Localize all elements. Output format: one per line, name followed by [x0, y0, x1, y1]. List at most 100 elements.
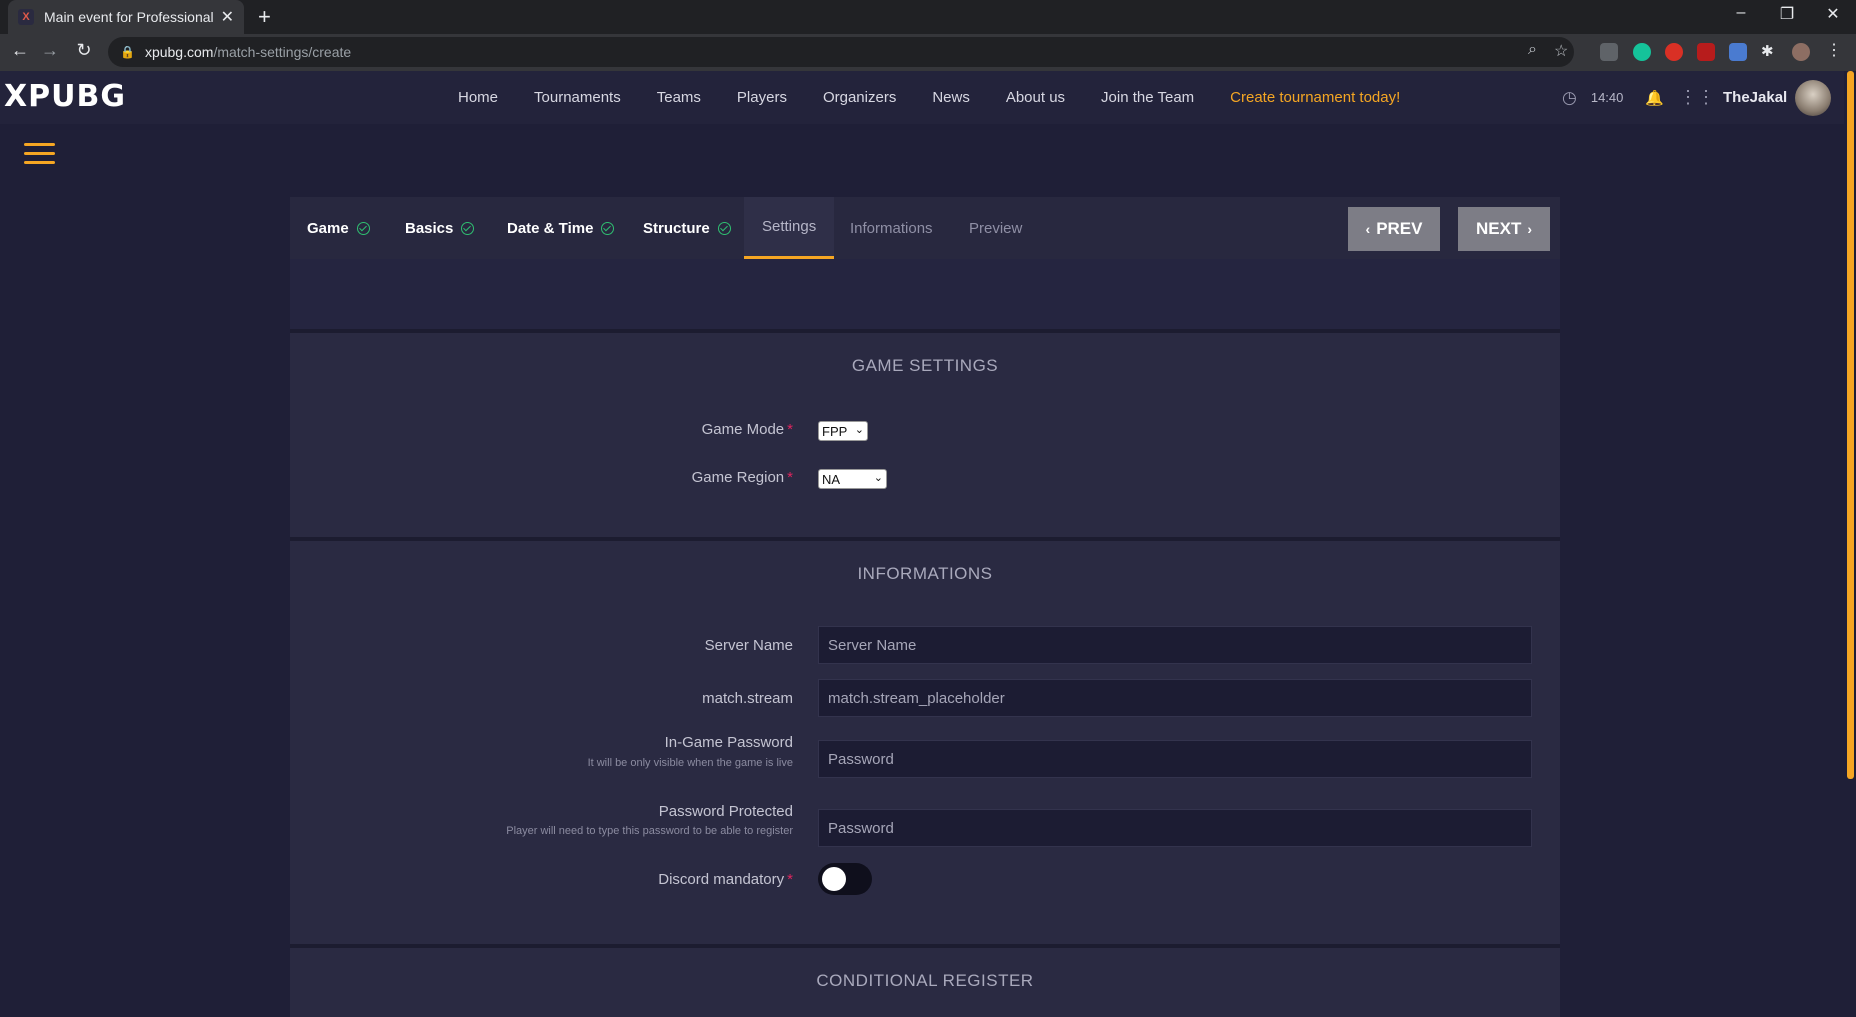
section-title: GAME SETTINGS [851, 356, 999, 375]
check-icon [601, 221, 615, 235]
address-bar[interactable]: 🔒 xpubg.com /match-settings/create ⌕ ☆ [108, 37, 1574, 67]
header-clock: ◷ 14:40 [1562, 71, 1623, 124]
clock-time: 14:40 [1590, 90, 1624, 105]
close-tab-icon[interactable]: ✕ [221, 7, 234, 27]
check-icon [356, 221, 370, 235]
username[interactable]: TheJakal [1723, 89, 1787, 106]
tab-title: Main event for Professional Gam [44, 9, 213, 25]
game-mode-label: Game Mode * [701, 421, 793, 438]
new-tab-icon[interactable]: + [258, 5, 271, 29]
step-date-time[interactable]: Date & Time [507, 197, 615, 259]
menu-dots-icon[interactable]: ⋮ [1826, 40, 1844, 59]
step-label: Basics [405, 219, 454, 237]
nav-teams[interactable]: Teams [657, 89, 701, 106]
zoom-icon[interactable]: ⌕ [1528, 41, 1537, 59]
chevron-down-icon: ⌄ [873, 472, 883, 484]
extension-icon[interactable] [1600, 43, 1618, 61]
game-settings-section: GAME SETTINGS Game Mode * FPP ⌄ Game Regio… [290, 333, 1560, 541]
step-preview[interactable]: Preview [969, 197, 1022, 259]
extension-badge-icon[interactable] [1665, 43, 1683, 61]
puzzle-icon[interactable]: ✱ [1761, 42, 1779, 60]
ingame-password-hint: It will be only visible when the game is… [587, 757, 793, 769]
tournament-wizard: Game Basics Date & Time Structure Settin… [290, 197, 1560, 1017]
step-settings[interactable]: Settings [744, 197, 835, 259]
reload-icon[interactable]: ↻ [72, 40, 96, 61]
profile-icon[interactable] [1792, 43, 1810, 61]
nav-news[interactable]: News [932, 89, 970, 106]
conditional-register-section: CONDITIONAL REGISTER [290, 948, 1560, 1017]
discord-mandatory-toggle[interactable] [818, 863, 872, 895]
password-protected-hint: Player will need to type this password t… [506, 825, 793, 837]
url-host: xpubg.com [144, 44, 214, 60]
game-mode-select[interactable]: FPP ⌄ [818, 421, 868, 441]
password-protected-input[interactable] [818, 809, 1532, 847]
back-icon[interactable]: ← [8, 40, 32, 61]
clock-icon: ◷ [1562, 87, 1577, 107]
hamburger-menu-icon[interactable] [24, 143, 55, 164]
nav-tournaments[interactable]: Tournaments [534, 89, 621, 106]
main-nav: Home Tournaments Teams Players Organizer… [458, 71, 1436, 124]
nav-organizers[interactable]: Organizers [823, 89, 896, 106]
browser-tabbar: X Main event for Professional Gam ✕ + – … [0, 0, 1856, 34]
wizard-spacer [290, 259, 1560, 333]
step-game[interactable]: Game [307, 197, 370, 259]
site-favicon-icon: X [18, 9, 34, 25]
avatar[interactable] [1795, 79, 1831, 116]
password-protected-label: Password Protected [658, 803, 793, 820]
minimize-icon[interactable]: – [1726, 4, 1756, 22]
bell-icon[interactable]: 🔔 [1645, 89, 1664, 107]
browser-tab[interactable]: X Main event for Professional Gam ✕ [8, 0, 244, 34]
step-label: Date & Time [507, 219, 594, 237]
chevron-left-icon: ‹ [1365, 221, 1371, 237]
stream-input[interactable] [818, 679, 1532, 717]
nav-home[interactable]: Home [458, 89, 498, 106]
scrollbar-thumb[interactable] [1847, 71, 1854, 779]
step-label: Structure [643, 219, 710, 237]
url-path: /match-settings/create [213, 44, 352, 60]
restore-icon[interactable]: ❐ [1772, 4, 1802, 24]
site-logo[interactable]: XPUBG [4, 79, 126, 114]
game-region-select[interactable]: NA ⌄ [818, 469, 887, 489]
create-tournament-link[interactable]: Create tournament today! [1230, 89, 1400, 106]
forward-icon[interactable]: → [38, 40, 62, 61]
chevron-right-icon: › [1527, 221, 1532, 237]
next-label: NEXT [1475, 219, 1522, 238]
check-icon [461, 221, 475, 235]
step-label: Informations [850, 219, 933, 237]
apps-grid-icon[interactable]: ⋮⋮ [1679, 87, 1715, 108]
lock-icon: 🔒 [120, 45, 135, 59]
section-title: INFORMATIONS [857, 564, 993, 583]
discord-mandatory-label: Discord mandatory * [658, 871, 793, 888]
browser-toolbar: ← → ↻ 🔒 xpubg.com /match-settings/create… [0, 34, 1856, 71]
ingame-password-input[interactable] [818, 740, 1532, 778]
check-icon [717, 221, 731, 235]
informations-section: INFORMATIONS Server Name match.stream In… [290, 541, 1560, 948]
next-button[interactable]: NEXT › [1458, 207, 1550, 251]
server-name-input[interactable] [818, 626, 1532, 664]
nav-about-us[interactable]: About us [1006, 89, 1065, 106]
ingame-password-label: In-Game Password [664, 734, 793, 751]
pdf-icon[interactable] [1697, 43, 1715, 61]
section-title: CONDITIONAL REGISTER [816, 971, 1034, 990]
nav-join-the-team[interactable]: Join the Team [1101, 89, 1194, 106]
wizard-steps: Game Basics Date & Time Structure Settin… [290, 197, 1560, 259]
game-region-label: Game Region * [691, 469, 793, 486]
step-basics[interactable]: Basics [405, 197, 475, 259]
toggle-knob [822, 867, 846, 891]
grammarly-icon[interactable] [1633, 43, 1651, 61]
step-informations[interactable]: Informations [850, 197, 933, 259]
chevron-down-icon: ⌄ [854, 424, 864, 436]
step-structure[interactable]: Structure [643, 197, 731, 259]
nav-players[interactable]: Players [737, 89, 787, 106]
prev-label: PREV [1376, 219, 1423, 238]
download-icon[interactable] [1729, 43, 1747, 61]
stream-label: match.stream [702, 690, 793, 707]
site-header: XPUBG Home Tournaments Teams Players Org… [0, 71, 1856, 124]
prev-button[interactable]: ‹ PREV [1348, 207, 1440, 251]
bookmark-star-icon[interactable]: ☆ [1554, 41, 1568, 61]
close-window-icon[interactable]: ✕ [1818, 4, 1848, 24]
step-label: Preview [969, 219, 1023, 237]
server-name-label: Server Name [704, 637, 793, 654]
step-label: Settings [762, 218, 817, 235]
step-label: Game [307, 219, 349, 237]
